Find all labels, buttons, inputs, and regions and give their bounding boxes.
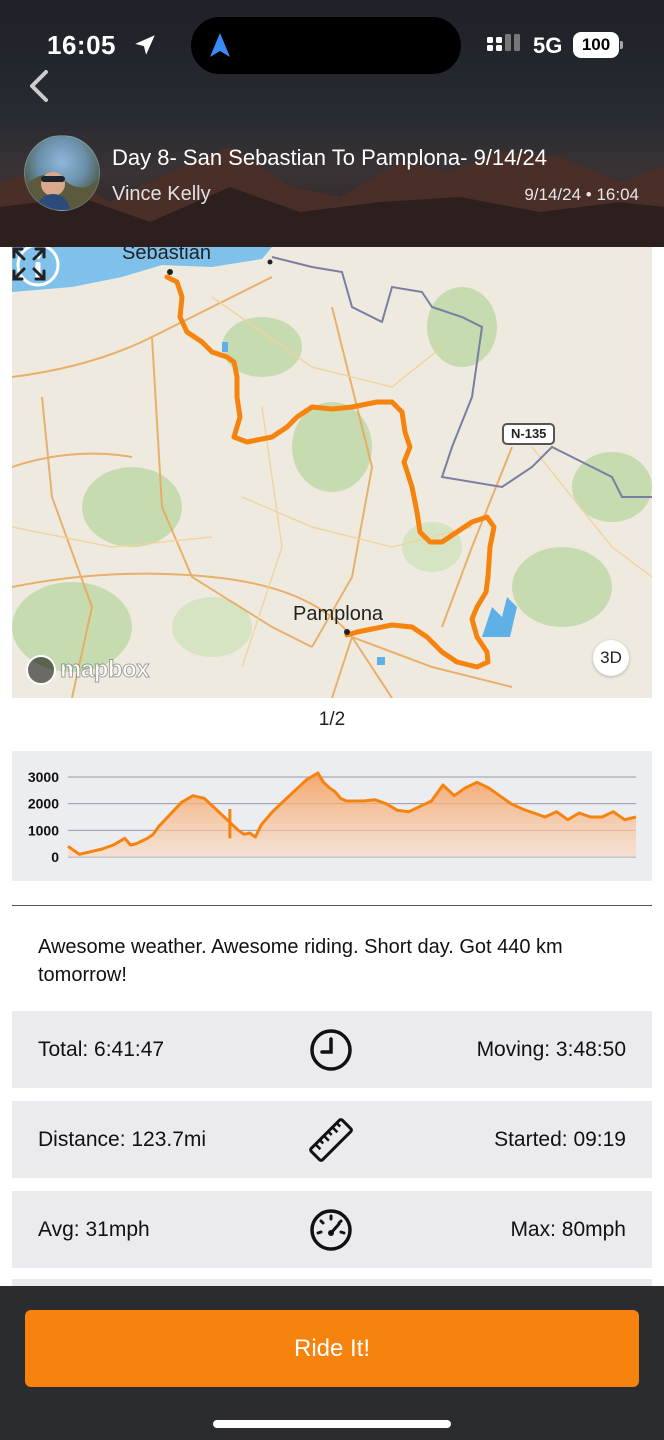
bottom-action-bar: Ride It! <box>0 1286 664 1440</box>
section-divider <box>12 905 652 906</box>
ride-notes: Awesome weather. Awesome riding. Short d… <box>38 936 563 986</box>
location-arrow-icon <box>135 35 155 55</box>
stat-row-speed: Avg: 31mph Max: 80mph <box>12 1191 652 1268</box>
mapbox-mark-icon <box>26 655 56 685</box>
stat-start-time: Started: 09:19 <box>494 1128 626 1151</box>
battery-icon: 100 <box>573 32 623 58</box>
elevation-tick-label: 0 <box>51 849 59 865</box>
stat-max-speed: Max: 80mph <box>510 1218 626 1241</box>
ride-it-button[interactable]: Ride It! <box>25 1310 639 1387</box>
ruler-icon <box>309 1118 353 1162</box>
map-label-sebastian: Sebastian <box>122 247 211 264</box>
back-chevron-icon[interactable] <box>24 66 56 106</box>
clock-icon <box>310 1029 352 1071</box>
3d-toggle-button[interactable]: 3D <box>593 640 629 676</box>
stat-distance: Distance: 123.7mi <box>38 1128 207 1151</box>
mapbox-logo: mapbox <box>26 654 150 686</box>
map-label-pamplona: Pamplona <box>293 603 384 625</box>
elevation-tick-label: 2000 <box>28 796 59 812</box>
stat-row-distance: Distance: 123.7mi Started: 09:19 <box>12 1101 652 1178</box>
speedometer-icon <box>310 1209 352 1251</box>
ride-title: Day 8- San Sebastian To Pamplona- 9/14/2… <box>112 145 547 170</box>
dynamic-island <box>191 17 461 74</box>
rider-avatar[interactable] <box>24 135 100 211</box>
elevation-chart: 0 1000 2000 3000 <box>12 751 652 881</box>
status-bar: 16:05 5G 100 <box>0 0 664 92</box>
navigation-arrow-icon <box>210 33 230 57</box>
elevation-tick-label: 3000 <box>28 769 59 785</box>
battery-level: 100 <box>573 32 619 58</box>
ride-date: 9/14/24 • 16:04 <box>524 185 639 204</box>
expand-icon[interactable] <box>12 247 46 281</box>
map-pager: 1/2 <box>318 709 346 730</box>
stat-row-time: Total: 6:41:47 Moving: 3:48:50 <box>12 1011 652 1088</box>
home-indicator <box>213 1420 451 1428</box>
ride-header: 16:05 5G 100 Day 8- San Sebastian To Pam… <box>0 0 664 247</box>
stat-avg-speed: Avg: 31mph <box>38 1218 150 1241</box>
network-type: 5G <box>533 33 563 58</box>
rider-name[interactable]: Vince Kelly <box>112 183 211 206</box>
road-badge: N-135 <box>502 423 556 445</box>
signal-icon <box>487 34 520 51</box>
stat-total-time: Total: 6:41:47 <box>38 1038 165 1061</box>
elevation-plot: 0 1000 2000 3000 <box>28 769 637 865</box>
stat-moving-time: Moving: 3:48:50 <box>476 1038 626 1061</box>
mapbox-wordmark: mapbox <box>59 656 150 684</box>
status-time: 16:05 <box>47 30 116 60</box>
route-map[interactable]: Sebastian Pamplona N-135 mapbox 3D <box>12 247 652 698</box>
elevation-tick-label: 1000 <box>28 822 59 838</box>
map-canvas <box>12 247 652 698</box>
